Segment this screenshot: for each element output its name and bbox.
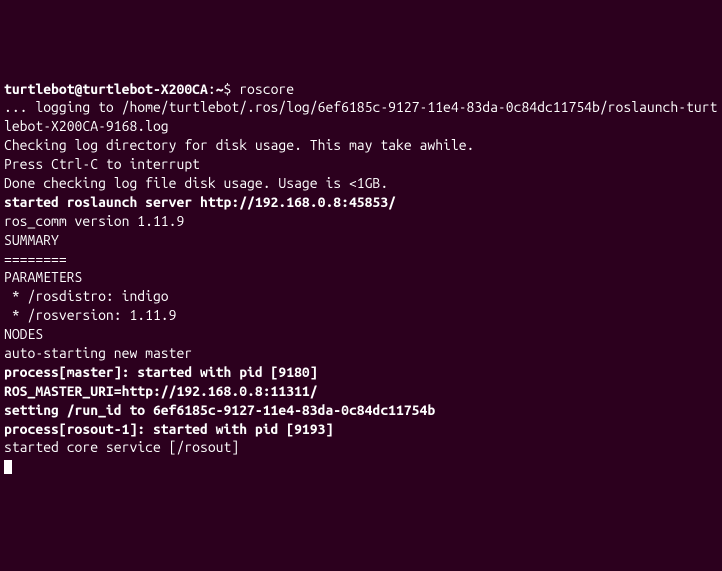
output-param-rosdistro: * /rosdistro: indigo [4, 287, 718, 306]
output-logging: ... logging to /home/turtlebot/.ros/log/… [4, 98, 718, 136]
output-param-rosversion: * /rosversion: 1.11.9 [4, 306, 718, 325]
output-process-master: process[master]: started with pid [9180] [4, 363, 718, 382]
output-ros-master-uri: ROS_MASTER_URI=http://192.168.0.8:11311/ [4, 382, 718, 401]
command-text: roscore [239, 81, 294, 97]
output-checking: Checking log directory for disk usage. T… [4, 136, 718, 155]
output-ros-comm: ros_comm version 1.11.9 [4, 212, 718, 231]
output-done-check: Done checking log file disk usage. Usage… [4, 174, 718, 193]
prompt-user-host: turtlebot@turtlebot-X200CA [4, 81, 208, 97]
started-core-text: started core service [/rosout] [4, 439, 239, 455]
output-divider: ======== [4, 250, 718, 269]
terminal-output[interactable]: turtlebot@turtlebot-X200CA:~$ roscore...… [4, 80, 718, 477]
terminal-cursor [4, 460, 12, 474]
prompt-separator: : [208, 81, 216, 97]
output-parameters: PARAMETERS [4, 268, 718, 287]
output-summary: SUMMARY [4, 231, 718, 250]
output-interrupt: Press Ctrl-C to interrupt [4, 155, 718, 174]
output-setting-runid: setting /run_id to 6ef6185c-9127-11e4-83… [4, 401, 718, 420]
output-process-rosout: process[rosout-1]: started with pid [919… [4, 420, 718, 439]
prompt-path: ~ [216, 81, 224, 97]
output-started-core: started core service [/rosout] [4, 438, 718, 457]
output-nodes: NODES [4, 325, 718, 344]
prompt-suffix: $ [224, 81, 240, 97]
output-started-server: started roslaunch server http://192.168.… [4, 193, 718, 212]
prompt-line: turtlebot@turtlebot-X200CA:~$ roscore [4, 80, 718, 99]
output-auto-start: auto-starting new master [4, 344, 718, 363]
